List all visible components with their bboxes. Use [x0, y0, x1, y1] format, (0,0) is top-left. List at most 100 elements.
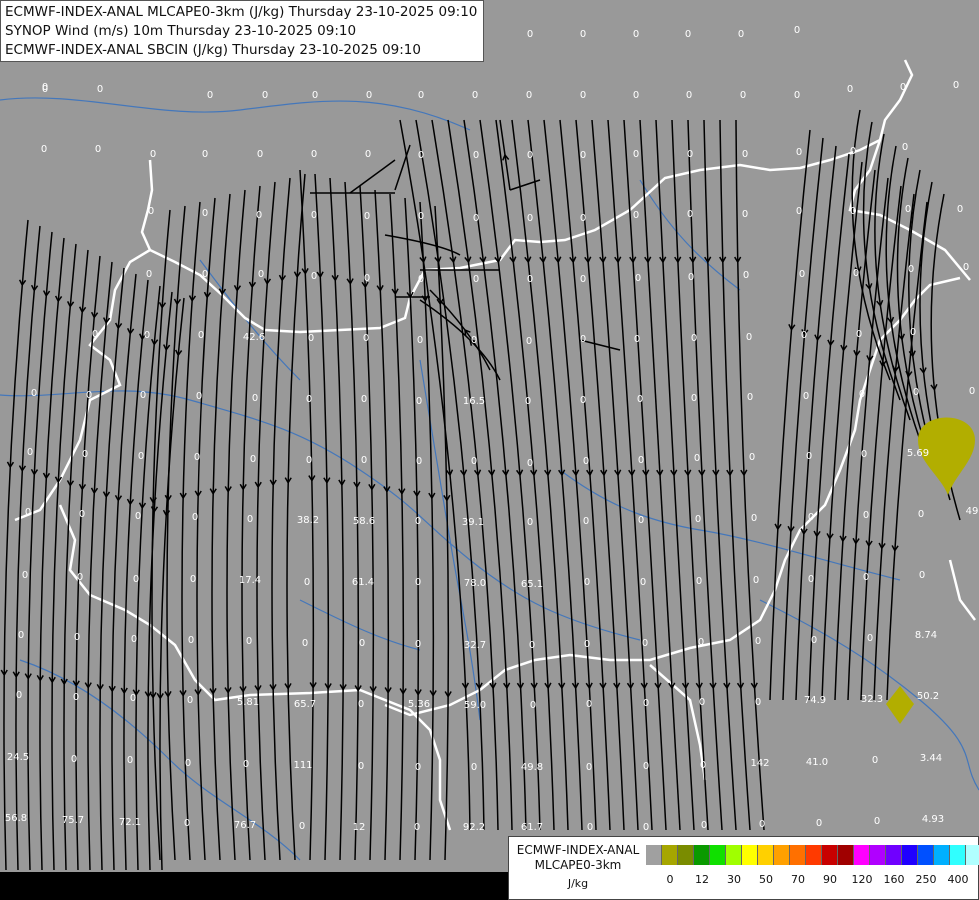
value-label: 74.9 — [804, 695, 826, 706]
color-legend: ECMWF-INDEX-ANAL MLCAPE0-3km J/kg 0 12 30 5… — [508, 836, 979, 900]
value-label: 0 — [471, 335, 477, 346]
value-label: 0 — [97, 84, 103, 95]
value-label: 0 — [133, 574, 139, 585]
value-label: 8.74 — [915, 630, 937, 641]
value-label: 65.7 — [294, 699, 316, 710]
value-label: 0 — [202, 208, 208, 219]
legend-tick-label: 30 — [727, 873, 741, 886]
value-label: 75.7 — [62, 815, 84, 826]
legend-swatch — [710, 845, 726, 865]
bottom-strip — [0, 872, 508, 900]
value-label: 0 — [418, 90, 424, 101]
value-label: 0 — [16, 690, 22, 701]
value-label: 50.2 — [917, 691, 939, 702]
value-label: 0 — [583, 516, 589, 527]
legend-swatch — [806, 845, 822, 865]
value-label: 0 — [643, 822, 649, 833]
value-label: 0 — [41, 144, 47, 155]
value-label: 49 — [966, 506, 979, 517]
value-label: 0 — [580, 150, 586, 161]
value-label: 0 — [803, 391, 809, 402]
value-label: 0 — [190, 574, 196, 585]
value-label: 0 — [415, 639, 421, 650]
value-label: 0 — [304, 577, 310, 588]
value-label: 0 — [415, 577, 421, 588]
value-label: 0 — [77, 572, 83, 583]
value-label: 0 — [580, 213, 586, 224]
value-label: 0 — [759, 819, 765, 830]
value-label: 58.6 — [353, 516, 375, 527]
value-label: 0 — [22, 570, 28, 581]
value-label: 0 — [638, 455, 644, 466]
value-label: 0 — [366, 90, 372, 101]
legend-swatch — [774, 845, 790, 865]
value-label: 0 — [633, 210, 639, 221]
value-label: 0 — [863, 572, 869, 583]
value-label: 0 — [473, 150, 479, 161]
legend-tick-label: 120 — [851, 873, 873, 886]
value-label: 0 — [364, 211, 370, 222]
value-label: 0 — [796, 206, 802, 217]
value-label: 0 — [530, 700, 536, 711]
value-label: 0 — [527, 213, 533, 224]
value-label: 0 — [695, 514, 701, 525]
legend-tick-label: 12 — [695, 873, 709, 886]
value-label: 0 — [799, 269, 805, 280]
value-label: 0 — [850, 206, 856, 217]
value-label: 0 — [144, 330, 150, 341]
value-label: 0 — [969, 386, 975, 397]
value-label: 0 — [529, 640, 535, 651]
value-label: 0 — [584, 639, 590, 650]
value-label: 0 — [207, 90, 213, 101]
value-label: 0 — [861, 449, 867, 460]
value-label: 0 — [74, 632, 80, 643]
legend-swatch — [950, 845, 966, 865]
value-label: 0 — [743, 270, 749, 281]
value-label: 0 — [194, 452, 200, 463]
value-label: 0 — [202, 269, 208, 280]
value-label: 0 — [583, 456, 589, 467]
value-label: 0 — [698, 637, 704, 648]
value-label: 0 — [643, 761, 649, 772]
value-label: 0 — [640, 577, 646, 588]
value-label: 0 — [414, 822, 420, 833]
value-label: 0 — [256, 210, 262, 221]
value-label: 0 — [130, 693, 136, 704]
value-label: 0 — [416, 396, 422, 407]
value-label: 0 — [527, 458, 533, 469]
value-label: 0 — [686, 90, 692, 101]
value-label: 0 — [900, 82, 906, 93]
value-label: 0 — [874, 816, 880, 827]
value-label: 0 — [584, 577, 590, 588]
value-label: 0 — [905, 204, 911, 215]
value-label: 111 — [293, 760, 312, 771]
value-label: 0 — [859, 389, 865, 400]
title-line-cape: ECMWF-INDEX-ANAL MLCAPE0-3km (J/kg) Thur… — [5, 4, 478, 20]
value-label: 0 — [198, 330, 204, 341]
value-label: 0 — [643, 698, 649, 709]
value-label: 0 — [359, 638, 365, 649]
value-label: 0 — [306, 455, 312, 466]
value-label: 0 — [473, 274, 479, 285]
value-label: 0 — [796, 147, 802, 158]
value-label: 0 — [127, 755, 133, 766]
value-label: 0 — [586, 762, 592, 773]
value-label: 0 — [688, 272, 694, 283]
legend-tick-label: 70 — [791, 873, 805, 886]
value-label: 0 — [250, 454, 256, 465]
value-label: 0 — [525, 396, 531, 407]
value-label: 41.0 — [806, 757, 828, 768]
value-label: 0 — [361, 455, 367, 466]
title-line-wind: SYNOP Wind (m/s) 10m Thursday 23-10-2025… — [5, 23, 357, 39]
value-label: 0 — [418, 274, 424, 285]
value-label: 0 — [358, 761, 364, 772]
value-label: 0 — [700, 760, 706, 771]
value-label: 0 — [691, 333, 697, 344]
value-label: 0 — [312, 90, 318, 101]
value-label: 0 — [262, 90, 268, 101]
value-label: 0 — [580, 90, 586, 101]
value-label: 0 — [699, 697, 705, 708]
value-label: 0 — [135, 511, 141, 522]
value-label: 0 — [808, 512, 814, 523]
value-label: 0 — [71, 754, 77, 765]
